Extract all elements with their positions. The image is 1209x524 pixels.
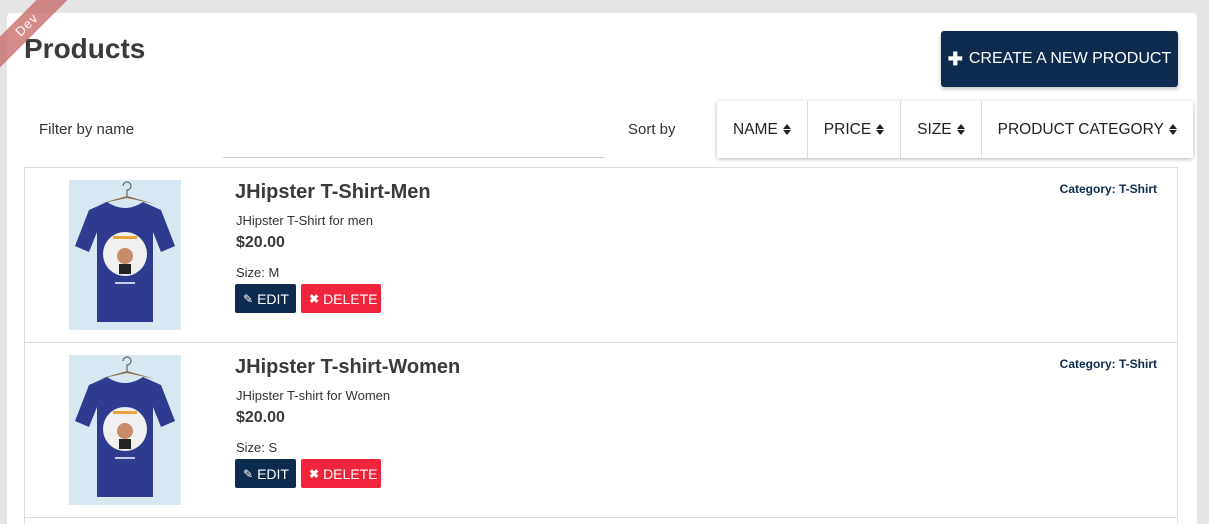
product-image (69, 355, 181, 505)
create-product-button[interactable]: ✚ CREATE A NEW PRODUCT (941, 31, 1178, 87)
product-list: JHipster T-Shirt-Men JHipster T-Shirt fo… (24, 167, 1178, 524)
create-product-label: CREATE A NEW PRODUCT (968, 50, 1172, 67)
sort-button-group: NAME PRICE SIZE PRODUCT CATEGORY (717, 101, 1193, 158)
product-description: JHipster T-Shirt for men (236, 213, 374, 228)
tshirt-icon (75, 181, 175, 322)
product-description: JHipster T-shirt for Women (236, 388, 391, 403)
product-price: $20.00 (236, 409, 285, 426)
sort-size-button[interactable]: SIZE (901, 101, 982, 158)
product-size: Size: M (236, 265, 280, 280)
product-actions: ✎ EDIT ✖ DELETE (235, 459, 381, 488)
sort-name-label: NAME (733, 120, 778, 138)
product-name[interactable]: JHipster T-shirt-Women (235, 356, 460, 379)
edit-label: EDIT (257, 290, 289, 307)
sort-label: Sort by (628, 121, 676, 138)
product-size: Size: S (236, 440, 278, 455)
tshirt-icon (75, 356, 175, 497)
delete-button[interactable]: ✖ DELETE (301, 284, 381, 313)
product-category: Category: T-Shirt (1059, 357, 1157, 371)
product-image (69, 180, 181, 330)
filter-label: Filter by name (39, 121, 135, 138)
sort-icon (782, 124, 791, 135)
product-actions: ✎ EDIT ✖ DELETE (235, 284, 381, 313)
filter-name-input[interactable] (223, 113, 605, 158)
close-icon: ✖ (309, 466, 320, 481)
sort-size-label: SIZE (917, 120, 952, 138)
pencil-icon: ✎ (243, 291, 254, 306)
dev-ribbon: Dev (0, 0, 80, 79)
sort-price-button[interactable]: PRICE (807, 101, 902, 158)
sort-price-label: PRICE (823, 120, 872, 138)
edit-label: EDIT (257, 465, 289, 482)
product-row: JHipster T-shirt-Women JHipster T-shirt … (25, 343, 1177, 518)
pencil-icon: ✎ (243, 466, 254, 481)
delete-button[interactable]: ✖ DELETE (301, 459, 381, 488)
product-name[interactable]: JHipster T-Shirt-Men (235, 181, 431, 204)
sort-category-button[interactable]: PRODUCT CATEGORY (981, 101, 1193, 158)
edit-button[interactable]: ✎ EDIT (235, 284, 296, 313)
sort-category-label: PRODUCT CATEGORY (997, 120, 1164, 138)
dev-ribbon-wrapper: Dev (0, 0, 80, 80)
delete-label: DELETE (323, 465, 378, 482)
product-category: Category: T-Shirt (1059, 182, 1157, 196)
sort-name-button[interactable]: NAME (717, 101, 808, 158)
product-row: JHipster T-Shirt-Men JHipster T-Shirt fo… (25, 168, 1177, 343)
products-card: Products ✚ CREATE A NEW PRODUCT Filter b… (7, 13, 1197, 524)
sort-icon (876, 124, 885, 135)
close-icon: ✖ (309, 291, 320, 306)
delete-label: DELETE (323, 290, 378, 307)
product-price: $20.00 (236, 234, 285, 251)
plus-icon: ✚ (947, 49, 963, 69)
sort-icon (956, 124, 965, 135)
edit-button[interactable]: ✎ EDIT (235, 459, 296, 488)
sort-icon (1168, 124, 1177, 135)
